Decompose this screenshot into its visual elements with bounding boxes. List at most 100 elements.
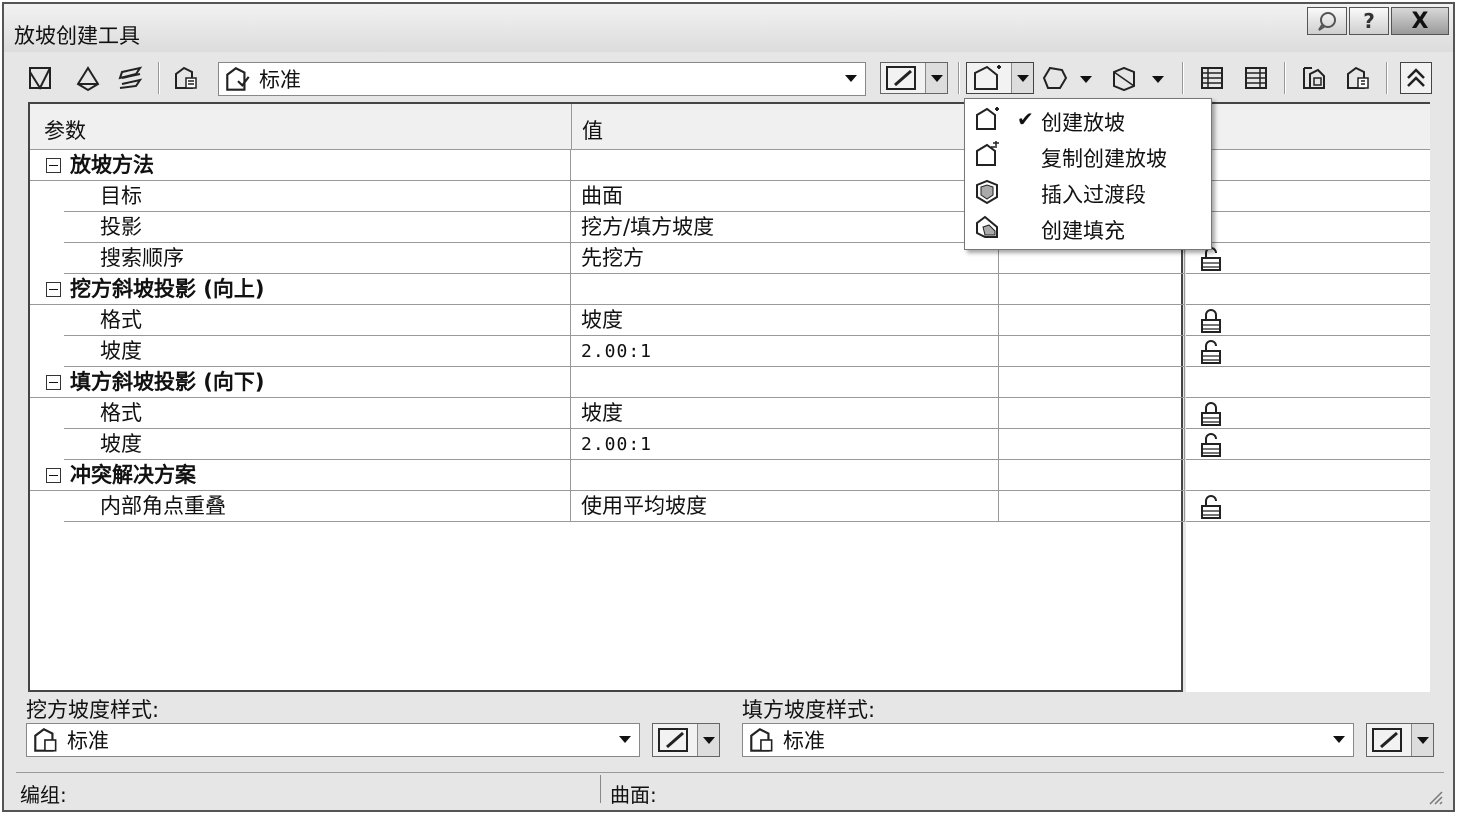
toolbar-separator <box>1182 62 1184 94</box>
close-button[interactable]: X <box>1391 7 1449 35</box>
param-name: 坡度 <box>64 429 571 460</box>
group-row[interactable]: 填方斜坡投影 (向下) <box>30 367 1185 398</box>
window-title: 放坡创建工具 <box>14 24 140 48</box>
param-value[interactable]: 曲面 <box>571 181 999 212</box>
menu-item-create-infill[interactable]: 创建填充 <box>965 209 1211 245</box>
param-value[interactable]: 坡度 <box>571 305 999 336</box>
grading-group-icon <box>29 67 51 91</box>
style-icon <box>750 728 773 752</box>
create-grading-menu: ✔ 创建放坡 复制创建放坡 插入过渡段 创建填充 <box>964 98 1212 250</box>
collapse-toolbar-button[interactable] <box>1400 62 1432 94</box>
group-label: 挖方斜坡投影 (向上) <box>30 274 571 305</box>
edit-criteria-dropdown[interactable] <box>880 62 948 94</box>
edit-grading-icon <box>1042 66 1068 89</box>
chevron-down-icon[interactable] <box>1080 76 1092 83</box>
help-icon: ? <box>1363 9 1375 33</box>
grading-layers-button[interactable] <box>114 62 146 94</box>
edit-cut-style-dropdown[interactable] <box>652 723 720 757</box>
edit-fill-style-dropdown[interactable] <box>1366 723 1434 757</box>
param-value[interactable]: 2.00:1 <box>571 429 999 460</box>
param-name: 格式 <box>64 305 571 336</box>
resize-grip-icon[interactable] <box>1424 786 1444 806</box>
select-grading-button[interactable] <box>1298 62 1330 94</box>
table-row[interactable]: 内部角点重叠 使用平均坡度 <box>30 491 1185 522</box>
menu-item-create-grading[interactable]: ✔ 创建放坡 <box>965 101 1211 137</box>
criteria-icon <box>226 67 250 91</box>
param-value[interactable]: 坡度 <box>571 398 999 429</box>
param-value[interactable]: 2.00:1 <box>571 336 999 367</box>
delete-grading-button[interactable] <box>1342 62 1374 94</box>
cut-slope-style-label: 挖方坡度样式: <box>26 698 160 722</box>
double-chevron-up-icon <box>1407 68 1425 87</box>
balloon-help-button[interactable] <box>1307 7 1347 35</box>
table-row[interactable]: 格式 坡度 <box>30 398 1185 429</box>
grading-criteria-value: 标准 <box>259 68 301 92</box>
group-row[interactable]: 挖方斜坡投影 (向上) <box>30 274 1185 305</box>
grading-creation-tools-window: 放坡创建工具 ? X 标准 参数 值 放坡方法 目标 曲面 投影 挖方/填方坡度… <box>2 2 1455 812</box>
unlocked-icon[interactable] <box>1200 494 1222 520</box>
criteria-set-icon <box>175 66 197 89</box>
help-button[interactable]: ? <box>1349 7 1389 35</box>
grading-criteria-combo[interactable]: 标准 <box>218 62 866 96</box>
param-value[interactable]: 先挖方 <box>571 243 999 274</box>
chevron-down-icon <box>1416 736 1429 744</box>
toolbar-separator <box>158 62 160 94</box>
group-label: 填方斜坡投影 (向下) <box>30 367 571 398</box>
edit-grading-button[interactable] <box>1038 62 1070 94</box>
chevron-down-icon <box>1016 74 1029 82</box>
grading-vertical-editor-button[interactable] <box>1240 62 1272 94</box>
param-value[interactable]: 使用平均坡度 <box>571 491 999 522</box>
chevron-down-icon <box>702 736 715 744</box>
chevron-down-icon <box>930 74 943 82</box>
value-column-header: 值 <box>582 119 603 143</box>
style-icon <box>34 728 57 752</box>
status-surface: 曲面: <box>610 783 657 807</box>
chevron-down-icon <box>1333 736 1345 743</box>
param-value[interactable]: 挖方/填方坡度 <box>571 212 999 243</box>
edit-style-icon <box>1372 728 1402 752</box>
grading-editor-button[interactable] <box>1196 62 1228 94</box>
table-row[interactable]: 坡度 2.00:1 <box>30 429 1185 460</box>
menu-item-insert-transition[interactable]: 插入过渡段 <box>965 173 1211 209</box>
create-grading-dropdown[interactable] <box>966 62 1034 94</box>
menu-item-label: 创建填充 <box>1041 219 1125 243</box>
group-row[interactable]: 冲突解决方案 <box>30 460 1185 491</box>
menu-item-label: 插入过渡段 <box>1041 183 1146 207</box>
set-target-surface-button[interactable] <box>72 62 104 94</box>
param-name: 搜索顺序 <box>64 243 571 274</box>
transition-icon <box>976 179 998 205</box>
table-row[interactable]: 坡度 2.00:1 <box>30 336 1185 367</box>
menu-item-copy-grading[interactable]: 复制创建放坡 <box>965 137 1211 173</box>
unlocked-icon[interactable] <box>1200 432 1222 458</box>
lock-icon[interactable] <box>1200 401 1222 427</box>
menu-item-label: 复制创建放坡 <box>1041 147 1167 171</box>
toolbar: 标准 <box>18 58 1443 98</box>
cut-slope-style-combo[interactable]: 标准 <box>26 723 640 757</box>
lock-column <box>1186 102 1430 692</box>
grading-elevation-button[interactable] <box>1108 62 1140 94</box>
param-name: 坡度 <box>64 336 571 367</box>
chevron-down-icon <box>619 736 631 743</box>
check-icon: ✔ <box>1017 107 1034 131</box>
status-grading-group: 编组: <box>20 783 67 807</box>
unlocked-icon[interactable] <box>1200 339 1222 365</box>
toolbar-separator <box>1386 62 1388 94</box>
copy-grading-icon <box>976 141 999 166</box>
menu-item-label: 创建放坡 <box>1041 111 1125 135</box>
toolbar-separator <box>958 62 960 94</box>
column-divider <box>571 104 572 150</box>
group-label: 放坡方法 <box>30 150 571 181</box>
create-grading-icon <box>976 107 999 130</box>
toolbar-separator <box>1284 62 1286 94</box>
param-name: 格式 <box>64 398 571 429</box>
chevron-down-icon[interactable] <box>1152 76 1164 83</box>
fill-slope-style-combo[interactable]: 标准 <box>742 723 1354 757</box>
set-grading-group-button[interactable] <box>24 62 56 94</box>
fill-slope-style-value: 标准 <box>783 729 825 753</box>
lock-icon[interactable] <box>1200 308 1222 334</box>
select-grading-icon <box>1303 67 1325 89</box>
layers-icon <box>118 66 143 89</box>
select-criteria-set-button[interactable] <box>170 62 202 94</box>
param-name: 投影 <box>64 212 571 243</box>
table-row[interactable]: 格式 坡度 <box>30 305 1185 336</box>
